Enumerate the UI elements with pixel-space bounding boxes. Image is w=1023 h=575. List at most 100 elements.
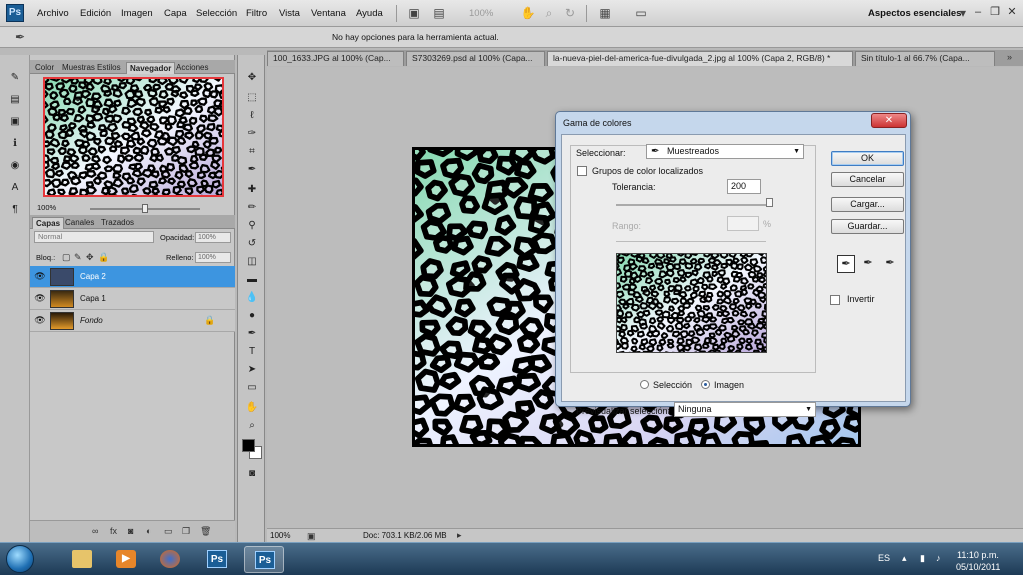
pen-tool-icon[interactable]: ✒	[244, 327, 260, 341]
taskbar-firefox[interactable]	[150, 546, 190, 573]
tab-acciones[interactable]: Acciones	[173, 62, 211, 74]
eyedropper-tool-icon[interactable]: ✒	[244, 163, 260, 177]
paragraph-icon[interactable]: ¶	[7, 203, 23, 217]
navigator-zoom-knob[interactable]	[142, 204, 148, 213]
tab-canales[interactable]: Canales	[62, 217, 97, 229]
status-zoom[interactable]: 100%	[270, 531, 290, 540]
actions-icon[interactable]: ▤	[7, 93, 23, 107]
quick-selection-tool-icon[interactable]: ✑	[244, 127, 260, 141]
chevron-down-icon[interactable]: ▾	[955, 6, 971, 20]
localized-checkbox[interactable]	[577, 166, 587, 176]
trash-icon[interactable]: 🗑	[200, 526, 211, 537]
lock-transparency-icon[interactable]: ▢	[62, 252, 71, 263]
screen-mode-icon[interactable]: ▭	[633, 6, 649, 20]
hand-icon[interactable]: ✋	[520, 6, 536, 20]
dodge-tool-icon[interactable]: ●	[244, 309, 260, 323]
shape-tool-icon[interactable]: ▭	[244, 381, 260, 395]
brush-tool-icon[interactable]: ✏	[244, 201, 260, 215]
close-icon[interactable]: ✕	[1004, 5, 1020, 19]
marquee-tool-icon[interactable]: ⬚	[244, 91, 260, 105]
preview-selection-dropdown[interactable]: Ninguna ▼	[674, 402, 816, 417]
radio-selection[interactable]	[640, 380, 649, 389]
layer-row[interactable]: 👁 Capa 1	[30, 288, 235, 310]
foreground-color-swatch[interactable]	[242, 439, 255, 452]
tab-capas[interactable]: Capas	[32, 217, 65, 229]
eye-icon[interactable]: 👁	[34, 271, 46, 282]
image-icon[interactable]: ▣	[7, 115, 23, 129]
opacity-field[interactable]: 100%	[195, 232, 231, 243]
navigator-preview[interactable]	[43, 77, 224, 197]
tolerance-input[interactable]: 200	[727, 179, 761, 194]
move-tool-icon[interactable]: ✥	[244, 71, 260, 85]
doc-tab[interactable]: S7303269.psd al 100% (Capa...	[406, 51, 545, 66]
adjustment-layer-icon[interactable]: ◐	[146, 526, 151, 536]
ok-button[interactable]: OK	[831, 151, 904, 166]
menu-archivo[interactable]: Archivo	[37, 8, 69, 19]
brushes-icon[interactable]: ◉	[7, 159, 23, 173]
tab-color[interactable]: Color	[32, 62, 57, 74]
eyedropper-plus-icon[interactable]: ✒	[859, 255, 877, 273]
lasso-tool-icon[interactable]: ℓ	[244, 109, 260, 123]
status-menu-icon[interactable]: ▸	[457, 530, 462, 541]
tray-arrow-icon[interactable]: ▴	[902, 553, 907, 564]
type-tool-icon[interactable]: T	[244, 345, 260, 359]
more-tabs-icon[interactable]: »	[1007, 52, 1012, 62]
select-dropdown[interactable]: ✒ Muestreados ▼	[646, 144, 804, 159]
menu-vista[interactable]: Vista	[279, 8, 300, 19]
eye-icon[interactable]: 👁	[34, 315, 46, 326]
quick-mask-icon[interactable]: ◙	[244, 467, 260, 481]
taskbar-media-player[interactable]: ▶	[106, 546, 146, 573]
tab-muestras[interactable]: Muestras	[59, 62, 98, 74]
taskbar-explorer[interactable]	[62, 546, 102, 573]
healing-brush-tool-icon[interactable]: ✚	[244, 183, 260, 197]
radio-image[interactable]	[701, 380, 710, 389]
zoom-icon[interactable]: ⌕	[541, 6, 557, 20]
layer-mask-icon[interactable]: ◙	[128, 526, 133, 536]
fill-field[interactable]: 100%	[195, 252, 231, 263]
layer-row[interactable]: 👁 Capa 2	[30, 266, 235, 288]
restore-icon[interactable]: ❐	[987, 5, 1003, 19]
doc-tab[interactable]: Sin título-1 al 66.7% (Capa...	[855, 51, 995, 66]
clock-time[interactable]: 11:10 p.m.	[957, 550, 999, 560]
eraser-tool-icon[interactable]: ◫	[244, 255, 260, 269]
new-layer-icon[interactable]: ❐	[182, 526, 190, 537]
tolerance-slider[interactable]	[616, 204, 766, 206]
status-options-icon[interactable]: ▣	[307, 531, 316, 542]
crop-tool-icon[interactable]: ⌗	[244, 145, 260, 159]
hand-tool-icon[interactable]: ✋	[244, 401, 260, 415]
arrange-documents-icon[interactable]: ▦	[597, 6, 613, 20]
history-icon[interactable]: ✎	[7, 71, 23, 85]
taskbar-photoshop[interactable]: Ps	[197, 546, 237, 573]
menu-edicion[interactable]: Edición	[80, 8, 111, 19]
eye-icon[interactable]: 👁	[34, 293, 46, 304]
network-icon[interactable]: ▮	[920, 553, 925, 564]
eyedropper-tool-preset-icon[interactable]: ✒	[12, 30, 28, 44]
language-indicator[interactable]: ES	[878, 553, 890, 563]
path-selection-tool-icon[interactable]: ➤	[244, 363, 260, 377]
view-extras-icon[interactable]: ▤	[431, 6, 447, 20]
menu-imagen[interactable]: Imagen	[121, 8, 153, 19]
navigator-zoom-value[interactable]: 100%	[37, 203, 56, 212]
menu-filtro[interactable]: Filtro	[246, 8, 267, 19]
tab-trazados[interactable]: Trazados	[98, 217, 137, 229]
invert-checkbox[interactable]	[830, 295, 840, 305]
zoom-level[interactable]: 100%	[469, 8, 493, 19]
layer-row[interactable]: 👁 Fondo 🔒	[30, 310, 235, 332]
cancel-button[interactable]: Cancelar	[831, 172, 904, 187]
tab-estilos[interactable]: Estilos	[94, 62, 124, 74]
link-layers-icon[interactable]: ∞	[92, 526, 98, 536]
doc-tab-active[interactable]: la-nueva-piel-del-america-fue-divulgada_…	[547, 51, 853, 66]
clock-date[interactable]: 05/10/2011	[956, 562, 1000, 572]
clone-stamp-tool-icon[interactable]: ⚲	[244, 219, 260, 233]
lock-position-icon[interactable]: ✥	[86, 252, 94, 263]
new-group-icon[interactable]: ▭	[164, 526, 173, 537]
taskbar-photoshop-active[interactable]: Ps	[244, 546, 284, 573]
tolerance-slider-knob[interactable]	[766, 198, 773, 207]
menu-ayuda[interactable]: Ayuda	[356, 8, 383, 19]
character-icon[interactable]: A	[7, 181, 23, 195]
doc-tab[interactable]: 100_1633.JPG al 100% (Cap...	[267, 51, 404, 66]
start-button[interactable]	[6, 545, 34, 573]
zoom-tool-icon[interactable]: ⌕	[244, 419, 260, 433]
workspace-switcher[interactable]: Aspectos esenciales	[868, 8, 961, 19]
lock-all-icon[interactable]: 🔒	[98, 252, 109, 263]
